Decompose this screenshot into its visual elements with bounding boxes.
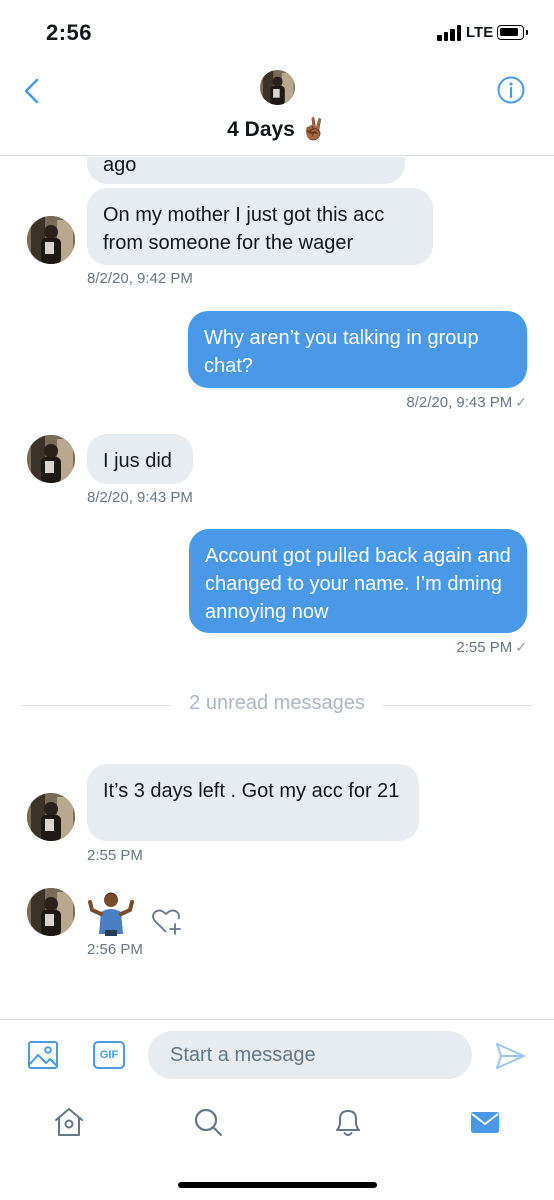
message-text: Account got pulled back again and change… (205, 545, 511, 623)
message-thread[interactable]: ago On my mother I just got this acc fro… (0, 157, 554, 1019)
add-media-button[interactable] (27, 1039, 59, 1071)
send-button[interactable] (494, 1041, 526, 1071)
chevron-left-icon (24, 78, 39, 104)
message-timestamp: 8/2/20, 9:43 PM (87, 489, 193, 506)
timestamp-text: 8/2/20, 9:43 PM (406, 394, 513, 411)
message-bubble[interactable]: It’s 3 days left . Got my acc for 21 (87, 764, 419, 841)
info-button[interactable] (496, 75, 526, 105)
tab-home[interactable] (52, 1105, 86, 1139)
avatar[interactable] (27, 888, 75, 936)
avatar[interactable] (27, 793, 75, 841)
timestamp-text: 2:55 PM (456, 639, 513, 656)
conversation-header: 4 Days ✌🏾 (0, 64, 554, 156)
message-bubble[interactable]: ago (87, 157, 405, 184)
heart-plus-icon (152, 909, 181, 935)
person-shrugging-icon (88, 892, 134, 936)
message-bubble[interactable]: I jus did (87, 434, 193, 484)
send-icon (496, 1043, 525, 1069)
sent-check-icon: ✓ (515, 639, 527, 655)
bell-icon (336, 1110, 360, 1136)
header-avatar[interactable] (260, 70, 295, 105)
avatar[interactable] (27, 216, 75, 264)
message-text: I jus did (103, 450, 172, 472)
message-text: Why aren’t you talking in group chat? (204, 327, 479, 377)
status-time: 2:56 (46, 20, 93, 45)
conversation-title: 4 Days ✌🏾 (227, 118, 327, 141)
message-timestamp: 2:56 PM (87, 941, 143, 958)
message-bubble[interactable]: On my mother I just got this acc from so… (87, 188, 433, 265)
message-composer: GIF (0, 1019, 554, 1089)
message-text: It’s 3 days left . Got my acc for 21 (103, 780, 400, 802)
divider-line (383, 705, 532, 706)
message-input[interactable] (148, 1031, 472, 1079)
sent-check-icon: ✓ (515, 394, 527, 410)
unread-label: 2 unread messages (189, 692, 365, 714)
back-button[interactable] (18, 76, 48, 106)
mail-icon (471, 1112, 499, 1133)
tab-messages[interactable] (468, 1105, 502, 1139)
message-text: On my mother I just got this acc from so… (103, 204, 385, 254)
message-bubble[interactable]: Why aren’t you talking in group chat? (188, 311, 527, 388)
unread-divider: 2 unread messages (22, 690, 532, 720)
network-label: LTE (466, 24, 494, 41)
message-timestamp: 2:55 PM ✓ (456, 639, 527, 656)
message-bubble[interactable]: Account got pulled back again and change… (189, 529, 527, 633)
gif-button[interactable]: GIF (93, 1041, 125, 1069)
message-text: ago (103, 157, 137, 176)
search-icon (194, 1108, 223, 1137)
battery-icon (497, 25, 528, 40)
info-icon (497, 76, 525, 104)
message-timestamp: 8/2/20, 9:42 PM (87, 270, 193, 287)
message-timestamp: 8/2/20, 9:43 PM ✓ (406, 394, 527, 411)
react-button[interactable] (150, 905, 184, 939)
tab-search[interactable] (191, 1105, 225, 1139)
message-timestamp: 2:55 PM (87, 847, 143, 864)
status-bar: 2:56 LTE (0, 0, 554, 64)
home-icon (55, 1108, 83, 1136)
home-indicator (178, 1182, 377, 1188)
image-icon (28, 1041, 58, 1069)
avatar[interactable] (27, 435, 75, 483)
signal-icon (437, 25, 463, 41)
tab-notifications[interactable] (331, 1105, 365, 1139)
emoji-message[interactable] (88, 890, 134, 936)
